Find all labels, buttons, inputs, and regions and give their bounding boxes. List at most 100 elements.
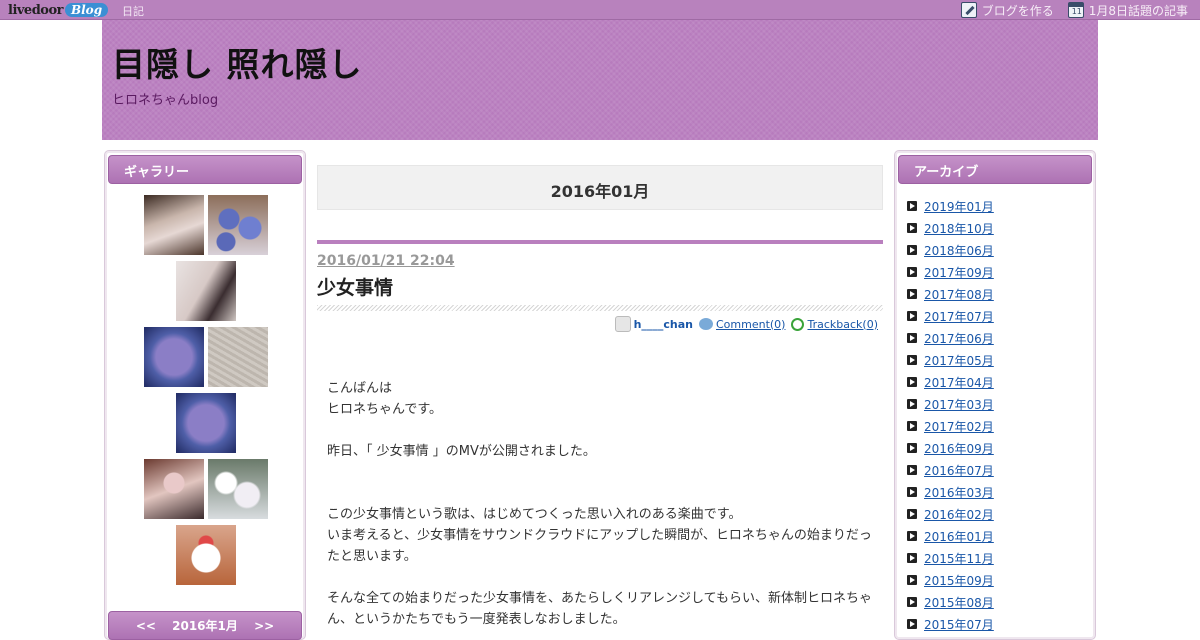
- list-item: 2017年06月: [907, 327, 994, 349]
- list-item: 2016年09月: [907, 437, 994, 459]
- left-sidebar: ギャラリー << 2016年1月 >>: [104, 150, 306, 640]
- list-item: 2017年02月: [907, 415, 994, 437]
- bullet-icon: [907, 597, 917, 607]
- list-item: 2015年07月: [907, 613, 994, 635]
- bullet-icon: [907, 333, 917, 343]
- body-line: そんな全ての始まりだった少女事情を、あたらしくリアレンジしてもらい、新体制ヒロネ…: [327, 591, 872, 627]
- archive-link[interactable]: 2017年04月: [924, 374, 994, 391]
- archive-link[interactable]: 2017年05月: [924, 352, 994, 369]
- bullet-icon: [907, 443, 917, 453]
- list-item: 2016年02月: [907, 503, 994, 525]
- calendar-day: 11: [1071, 7, 1082, 16]
- list-item: 2015年11月: [907, 547, 994, 569]
- list-item: 2018年06月: [907, 239, 994, 261]
- calendar-month-label: 2016年1月: [172, 619, 238, 633]
- bullet-icon: [907, 267, 917, 277]
- archive-link[interactable]: 2017年03月: [924, 396, 994, 413]
- archive-link[interactable]: 2017年09月: [924, 264, 994, 281]
- list-item: 2017年05月: [907, 349, 994, 371]
- comment-link[interactable]: Comment(0): [716, 318, 785, 331]
- body-line: こんばんは: [327, 381, 393, 396]
- archive-link[interactable]: 2017年07月: [924, 308, 994, 325]
- archive-link[interactable]: 2016年09月: [924, 440, 994, 457]
- archive-link[interactable]: 2017年06月: [924, 330, 994, 347]
- title-underline: [317, 305, 883, 311]
- calendar-icon: 11: [1067, 2, 1084, 18]
- pencil-icon: [960, 2, 977, 18]
- gallery-thumbnail[interactable]: [144, 327, 204, 387]
- archive-link[interactable]: 2017年02月: [924, 418, 994, 435]
- body-line: いま考えると、少女事情をサウンドクラウドにアップした瞬間が、ヒロネちゃんの始まり…: [327, 528, 872, 564]
- livedoor-blog-logo[interactable]: livedoor Blog: [8, 1, 109, 19]
- archive-link[interactable]: 2015年11月: [924, 550, 994, 567]
- calendar-prev-link[interactable]: <<: [136, 619, 156, 633]
- bullet-icon: [907, 509, 917, 519]
- archive-link[interactable]: 2016年02月: [924, 506, 994, 523]
- gallery-thumbnail[interactable]: [176, 393, 236, 453]
- bullet-icon: [907, 289, 917, 299]
- list-item: 2017年09月: [907, 261, 994, 283]
- list-item: 2018年10月: [907, 217, 994, 239]
- archive-link[interactable]: 2015年08月: [924, 594, 994, 611]
- top-right-links: ブログを作る 11 1月8日話題の記事: [947, 1, 1188, 19]
- archive-link[interactable]: 2016年01月: [924, 528, 994, 545]
- author-link[interactable]: h____chan: [634, 318, 693, 331]
- gallery-thumbnail[interactable]: [144, 195, 204, 255]
- topic-articles-link[interactable]: 11 1月8日話題の記事: [1067, 2, 1188, 19]
- comment-icon: [699, 318, 713, 330]
- gallery-thumbnail[interactable]: [208, 327, 268, 387]
- trackback-icon: [791, 317, 805, 331]
- bullet-icon: [907, 201, 917, 211]
- gallery: [105, 195, 307, 591]
- entry-title[interactable]: 少女事情: [317, 273, 393, 300]
- list-item: 2016年03月: [907, 481, 994, 503]
- archive-link[interactable]: 2016年03月: [924, 484, 994, 501]
- archive-link[interactable]: 2016年07月: [924, 462, 994, 479]
- list-item: 2017年07月: [907, 305, 994, 327]
- list-item: 2017年04月: [907, 371, 994, 393]
- archive-heading: アーカイブ: [898, 155, 1092, 184]
- list-item: 2016年07月: [907, 459, 994, 481]
- right-sidebar: アーカイブ 2019年01月 2018年10月 2018年06月 2017年09…: [894, 150, 1096, 640]
- entry-meta: h____chan Comment(0) Trackback(0): [609, 316, 878, 332]
- gallery-thumbnail[interactable]: [144, 459, 204, 519]
- bullet-icon: [907, 377, 917, 387]
- calendar-heading: << 2016年1月 >>: [108, 611, 302, 640]
- bullet-icon: [907, 421, 917, 431]
- blog-header: 目隠し 照れ隠し ヒロネちゃんblog: [102, 20, 1098, 140]
- calendar-next-link[interactable]: >>: [254, 619, 274, 633]
- list-item: 2019年01月: [907, 195, 994, 217]
- blog-title[interactable]: 目隠し 照れ隠し: [112, 38, 363, 86]
- archive-link[interactable]: 2017年08月: [924, 286, 994, 303]
- gallery-heading: ギャラリー: [108, 155, 302, 184]
- archive-link[interactable]: 2019年01月: [924, 198, 994, 215]
- bullet-icon: [907, 531, 917, 541]
- bullet-icon: [907, 355, 917, 365]
- gallery-thumbnail[interactable]: [176, 525, 236, 585]
- bullet-icon: [907, 575, 917, 585]
- create-blog-link[interactable]: ブログを作る: [960, 2, 1054, 19]
- entry-date[interactable]: 2016/01/21 22:04: [317, 253, 455, 269]
- archive-list: 2019年01月 2018年10月 2018年06月 2017年09月 2017…: [907, 195, 994, 635]
- top-bar: livedoor Blog 日記 ブログを作る 11 1月8日話題の記事: [0, 0, 1200, 20]
- gallery-thumbnail[interactable]: [208, 195, 268, 255]
- month-heading: 2016年01月: [317, 165, 883, 210]
- diary-link[interactable]: 日記: [122, 3, 144, 19]
- bullet-icon: [907, 399, 917, 409]
- create-blog-label: ブログを作る: [981, 3, 1054, 18]
- bullet-icon: [907, 311, 917, 321]
- archive-link[interactable]: 2018年06月: [924, 242, 994, 259]
- archive-link[interactable]: 2015年09月: [924, 572, 994, 589]
- topic-articles-label: 1月8日話題の記事: [1088, 3, 1188, 18]
- bullet-icon: [907, 223, 917, 233]
- body-line: 昨日、「 少女事情 」のMVが公開されました。: [327, 444, 596, 459]
- user-icon: [614, 316, 631, 332]
- list-item: 2016年01月: [907, 525, 994, 547]
- archive-link[interactable]: 2018年10月: [924, 220, 994, 237]
- logo-blog-text: Blog: [64, 3, 109, 17]
- gallery-thumbnail[interactable]: [176, 261, 236, 321]
- gallery-thumbnail[interactable]: [208, 459, 268, 519]
- trackback-link[interactable]: Trackback(0): [807, 318, 878, 331]
- bullet-icon: [907, 553, 917, 563]
- blog-subtitle: ヒロネちゃんblog: [112, 93, 219, 108]
